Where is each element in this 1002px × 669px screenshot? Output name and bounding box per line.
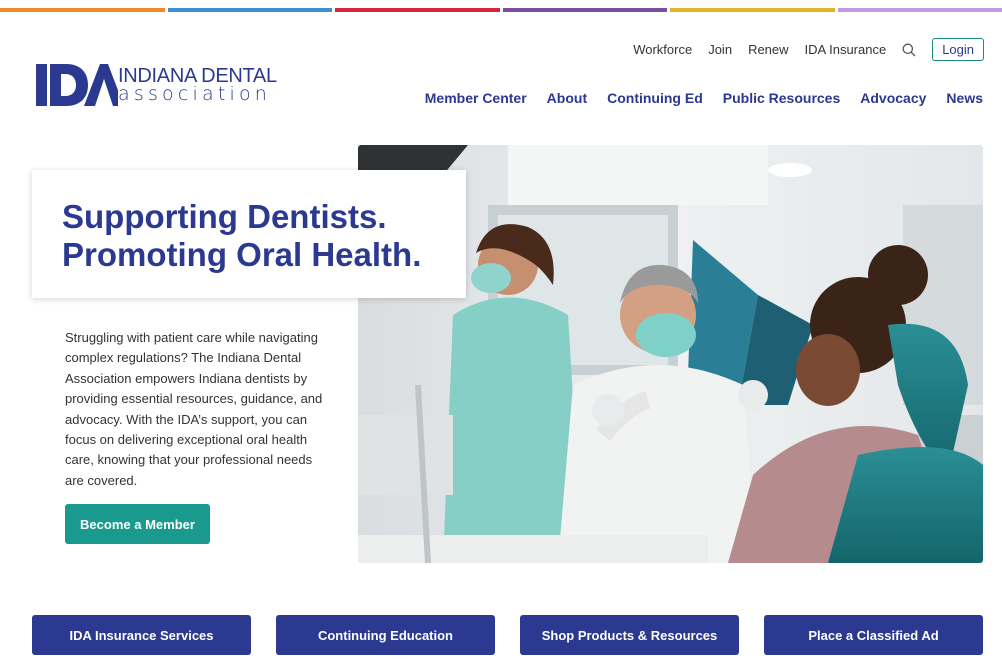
ida-logo-mark [36,64,118,106]
util-link-ida-insurance[interactable]: IDA Insurance [805,42,887,57]
top-color-strip [0,8,1002,12]
become-member-button[interactable]: Become a Member [65,504,210,544]
nav-item-member-center[interactable]: Member Center [425,90,527,106]
nav-item-news[interactable]: News [946,90,983,106]
site-logo[interactable]: INDIANA DENTAL association [36,62,277,108]
nav-item-public-resources[interactable]: Public Resources [723,90,841,106]
main-nav: Member Center About Continuing Ed Public… [425,90,983,106]
hero-intro-text: Struggling with patient care while navig… [65,330,323,488]
nav-item-about[interactable]: About [547,90,587,106]
shop-products-button[interactable]: Shop Products & Resources [520,615,739,655]
color-strip-segment [167,8,332,12]
hero-headline-card: Supporting Dentists. Promoting Oral Heal… [32,170,466,298]
login-button[interactable]: Login [932,38,984,61]
nav-item-continuing-ed[interactable]: Continuing Ed [607,90,703,106]
color-strip-segment [502,8,667,12]
continuing-education-button[interactable]: Continuing Education [276,615,495,655]
hero-headline-line-2: Promoting Oral Health. [62,236,422,273]
color-strip-segment [670,8,835,12]
color-strip-segment [837,8,1002,12]
util-link-workforce[interactable]: Workforce [633,42,692,57]
search-icon[interactable] [902,43,916,57]
color-strip-segment [335,8,500,12]
hero-headline-line-1: Supporting Dentists. [62,198,387,235]
utility-nav: Workforce Join Renew IDA Insurance Login [633,38,984,61]
util-link-join[interactable]: Join [708,42,732,57]
color-strip-segment [0,8,165,12]
quick-links: IDA Insurance Services Continuing Educat… [32,615,983,655]
nav-item-advocacy[interactable]: Advocacy [860,90,926,106]
logo-wordmark: INDIANA DENTAL association [118,66,277,104]
util-link-renew[interactable]: Renew [748,42,788,57]
ida-insurance-services-button[interactable]: IDA Insurance Services [32,615,251,655]
logo-line-2: association [118,83,272,105]
classified-ad-button[interactable]: Place a Classified Ad [764,615,983,655]
